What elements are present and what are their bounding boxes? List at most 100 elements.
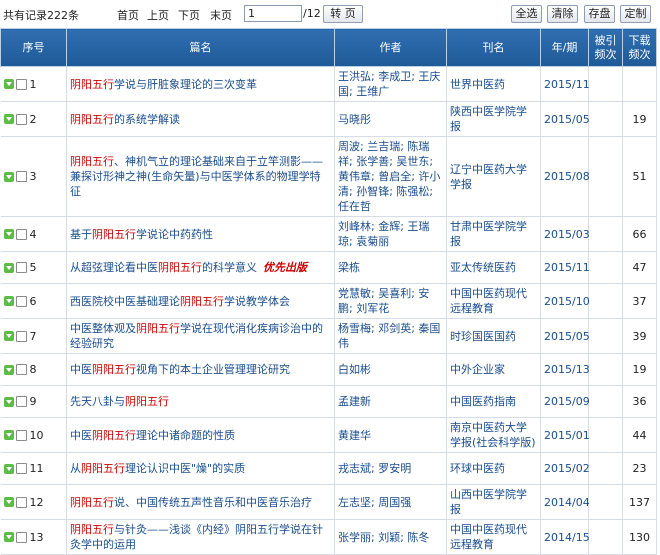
period-link[interactable]: 2015/08 (540, 136, 590, 217)
period-link[interactable]: 2015/05 (540, 101, 590, 137)
author-links[interactable]: 戎志斌; 罗安明 (334, 452, 447, 485)
download-icon[interactable] (3, 79, 14, 90)
download-icon[interactable] (3, 364, 14, 375)
journal-link[interactable]: 南京中医药大学学报(社会科学版) (446, 417, 541, 453)
download-icon[interactable] (3, 229, 14, 240)
first-page-link[interactable]: 首页 (117, 7, 139, 23)
article-title-link[interactable]: 阴阳五行的系统学解读 (66, 101, 335, 137)
row-checkbox[interactable] (15, 463, 27, 475)
col-cited[interactable]: 被引 频次 (588, 28, 623, 67)
custom-button[interactable]: 定制 (620, 5, 651, 23)
author-links[interactable]: 张学丽; 刘颖; 陈冬 (334, 519, 447, 555)
journal-link[interactable]: 中国中医药现代远程教育 (446, 283, 541, 319)
journal-link[interactable]: 世界中医药 (446, 66, 541, 102)
article-title-link[interactable]: 从阴阳五行理论认识中医"燥"的实质 (66, 452, 335, 485)
prev-page-link[interactable]: 上页 (147, 7, 169, 23)
row-checkbox[interactable] (15, 295, 27, 307)
journal-link[interactable]: 辽宁中医药大学学报 (446, 136, 541, 217)
period-link[interactable]: 2015/05 (540, 318, 590, 354)
author-links[interactable]: 孟建新 (334, 385, 447, 418)
download-icon[interactable] (3, 430, 14, 441)
download-icon[interactable] (3, 497, 14, 508)
period-link[interactable]: 2014/15 (540, 519, 590, 555)
row-checkbox[interactable] (15, 364, 27, 376)
article-title-link[interactable]: 中医整体观及阴阳五行学说在现代消化疾病诊治中的经验研究 (66, 318, 335, 354)
col-seq[interactable]: 序号 (0, 28, 67, 67)
col-cited-label: 被引 频次 (594, 33, 617, 61)
author-links[interactable]: 党慧敏; 吴喜利; 安鹏; 刘军花 (334, 283, 447, 319)
col-source[interactable]: 刊名 (446, 28, 541, 67)
period-link[interactable]: 2015/13 (540, 353, 590, 386)
row-checkbox[interactable] (15, 330, 27, 342)
row-checkbox[interactable] (15, 496, 27, 508)
journal-link[interactable]: 中外企业家 (446, 353, 541, 386)
page-number-input[interactable] (244, 5, 302, 22)
article-title-link[interactable]: 西医院校中医基础理论阴阳五行学说教学体会 (66, 283, 335, 319)
author-links[interactable]: 白如彬 (334, 353, 447, 386)
row-checkbox[interactable] (15, 531, 27, 543)
author-links[interactable]: 梁栋 (334, 251, 447, 284)
period-link[interactable]: 2015/11 (540, 66, 590, 102)
row-seq-cell: 3 (0, 136, 67, 217)
download-icon[interactable] (3, 262, 14, 273)
row-checkbox[interactable] (15, 396, 27, 408)
col-author[interactable]: 作者 (334, 28, 447, 67)
row-checkbox[interactable] (15, 171, 27, 183)
download-icon[interactable] (3, 331, 14, 342)
period-link[interactable]: 2015/01 (540, 417, 590, 453)
author-links[interactable]: 杨雪梅; 邓剑英; 秦国伟 (334, 318, 447, 354)
article-title-link[interactable]: 阴阳五行说、中国传统五声性音乐和中医音乐治疗 (66, 484, 335, 520)
row-checkbox[interactable] (15, 113, 27, 125)
article-title-link[interactable]: 阴阳五行、神机气立的理论基础来自于立竿测影——兼探讨形神之神(生命矢量)与中医学… (66, 136, 335, 217)
download-icon[interactable] (3, 114, 14, 125)
col-downloads[interactable]: 下载 频次 (622, 28, 657, 67)
author-links[interactable]: 左志坚; 周国强 (334, 484, 447, 520)
title-text: 从超弦理论看中医 (70, 261, 158, 274)
article-title-link[interactable]: 从超弦理论看中医阴阳五行的科学意义 优先出版 (66, 251, 335, 284)
col-title[interactable]: 篇名 (66, 28, 335, 67)
article-title-link[interactable]: 阴阳五行学说与肝脏象理论的三次变革 (66, 66, 335, 102)
journal-link[interactable]: 中国中医药现代远程教育 (446, 519, 541, 555)
article-title-link[interactable]: 中医阴阳五行视角下的本土企业管理理论研究 (66, 353, 335, 386)
period-link[interactable]: 2015/09 (540, 385, 590, 418)
goto-page-button[interactable]: 转 页 (323, 5, 363, 23)
author-links[interactable]: 马晓彤 (334, 101, 447, 137)
last-page-link[interactable]: 末页 (210, 7, 232, 23)
title-text: 理论中诸命题的性质 (136, 428, 235, 442)
row-checkbox[interactable] (15, 262, 27, 274)
journal-link[interactable]: 时珍国医国药 (446, 318, 541, 354)
article-title-link[interactable]: 中医阴阳五行理论中诸命题的性质 (66, 417, 335, 453)
author-links[interactable]: 王洪弘; 李成卫; 王庆国; 王维广 (334, 66, 447, 102)
download-icon[interactable] (3, 463, 14, 474)
clear-button[interactable]: 清除 (547, 5, 578, 23)
period-link[interactable]: 2015/03 (540, 216, 590, 252)
download-icon[interactable] (3, 171, 14, 182)
journal-link[interactable]: 甘肃中医学院学报 (446, 216, 541, 252)
save-button[interactable]: 存盘 (584, 5, 615, 23)
row-checkbox[interactable] (15, 78, 27, 90)
article-title-link[interactable]: 基于阴阳五行学说论中药药性 (66, 216, 335, 252)
article-title-link[interactable]: 阴阳五行与针灸——浅谈《内经》阴阳五行学说在针灸学中的运用 (66, 519, 335, 555)
download-icon[interactable] (3, 532, 14, 543)
period-link[interactable]: 2014/04 (540, 484, 590, 520)
cited-count (588, 385, 623, 418)
journal-link[interactable]: 陕西中医学院学报 (446, 101, 541, 137)
row-checkbox[interactable] (15, 429, 27, 441)
author-links[interactable]: 刘峰林; 金辉; 王瑞琼; 袁菊丽 (334, 216, 447, 252)
article-title-link[interactable]: 先天八卦与阴阳五行 (66, 385, 335, 418)
journal-link[interactable]: 中国医药指南 (446, 385, 541, 418)
col-period[interactable]: 年/期 (540, 28, 589, 67)
select-all-button[interactable]: 全选 (511, 5, 542, 23)
download-icon[interactable] (3, 296, 14, 307)
period-link[interactable]: 2015/11 (540, 251, 590, 284)
author-links[interactable]: 黄建华 (334, 417, 447, 453)
row-checkbox[interactable] (15, 228, 27, 240)
next-page-link[interactable]: 下页 (178, 7, 200, 23)
journal-link[interactable]: 山西中医学院学报 (446, 484, 541, 520)
journal-link[interactable]: 环球中医药 (446, 452, 541, 485)
download-icon[interactable] (3, 396, 14, 407)
period-link[interactable]: 2015/10 (540, 283, 590, 319)
author-links[interactable]: 周波; 兰吉瑞; 陈瑞祥; 张学善; 吴世东; 黄伟章; 曾启全; 许小清; 孙… (334, 136, 447, 217)
journal-link[interactable]: 亚太传统医药 (446, 251, 541, 284)
period-link[interactable]: 2015/02 (540, 452, 590, 485)
